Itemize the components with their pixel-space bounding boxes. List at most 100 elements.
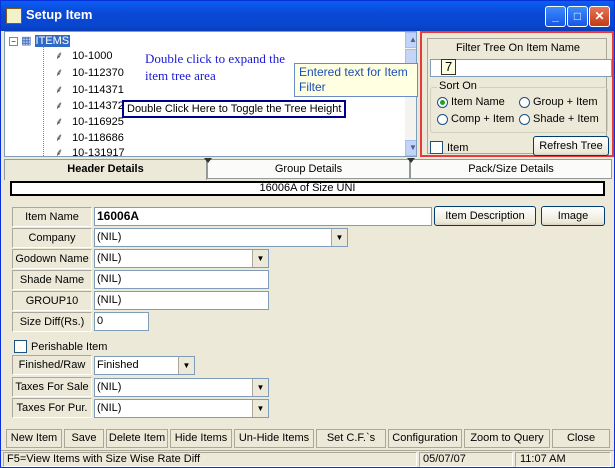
radio-icon [519,96,530,108]
toggle-tree-height-label[interactable]: Double Click Here to Toggle the Tree Hei… [122,100,347,118]
taxes-for-pur-label: Taxes For Pur. [12,398,92,418]
image-button[interactable]: Image [541,206,605,226]
close-button[interactable]: Close [552,429,610,448]
header-details-panel: 16006A of Size UNI Item Name 16006A Item… [1,179,614,427]
action-bar: New Item Save Delete Item Hide Items Un-… [4,429,611,449]
tree-item-label: 10-118686 [72,132,124,144]
maximize-button[interactable]: □ [567,6,588,27]
filter-group: Filter Tree On Item Name 7 Sort On Item … [427,38,612,156]
filter-input-value: 7 [441,59,457,75]
company-name-select[interactable]: (NIL) ▼ [94,228,348,247]
radio-label: Item Name [451,96,505,108]
close-window-button[interactable]: ✕ [589,6,610,27]
unhide-items-button[interactable]: Un-Hide Items [234,429,314,448]
tree-item[interactable]: ⸙ 10-118686 [55,130,124,145]
tree-item-label: 10-116925 [72,116,124,128]
configuration-button[interactable]: Configuration [388,429,462,448]
save-button[interactable]: Save [64,429,104,448]
size-diff-input[interactable]: 0 [94,312,149,331]
tree-root-label[interactable]: ITEMS [34,35,71,47]
tab-strip: Header Details Group Details Pack/Size D… [1,158,614,180]
checkbox-icon [430,141,443,154]
dropdown-arrow-icon[interactable]: ▼ [178,357,194,374]
radio-icon [519,113,530,125]
zoom-to-query-button[interactable]: Zoom to Query [464,429,550,448]
item-icon: ⸙ [55,116,64,128]
group10-input[interactable]: (NIL) [94,291,269,310]
shade-name-label: Shade Name [12,270,92,290]
filter-panel: Filter Tree On Item Name 7 Sort On Item … [420,31,614,157]
company-name-label: Company Name [12,228,92,262]
tree-item-label: 10-114372 [72,100,124,112]
tab-marker-icon [407,158,415,164]
dropdown-arrow-icon[interactable]: ▼ [331,229,347,246]
taxes-for-sale-label: Taxes For Sale [12,377,92,397]
perishable-checkbox[interactable]: Perishable Item [14,340,107,353]
scroll-up-icon[interactable]: ▲ [405,32,416,48]
radio-label: Comp + Item [451,113,515,125]
set-cf-button[interactable]: Set C.F.`s [316,429,386,448]
filter-title: Filter Tree On Item Name [455,42,581,54]
radio-label: Shade + Item [533,113,599,125]
tree-item[interactable]: ⸙ 10-116925 [55,114,124,129]
filter-input[interactable]: 7 [430,59,612,77]
tree-connector [43,46,44,156]
status-hint: F5=View Items with Size Wise Rate Diff [3,452,417,467]
tree-item[interactable]: ⸙ 10-1000 [55,48,112,63]
status-time: 11:07 AM [515,452,611,467]
item-icon: ⸙ [55,84,64,96]
refresh-tree-button[interactable]: Refresh Tree [533,136,609,156]
sort-item-name-radio[interactable]: Item Name [437,96,505,108]
taxes-for-sale-select[interactable]: (NIL) ▼ [94,378,269,397]
sort-group-item-radio[interactable]: Group + Item [519,96,598,108]
new-item-button[interactable]: New Item [6,429,62,448]
item-name-input[interactable]: 16006A [94,207,432,226]
sort-shade-item-radio[interactable]: Shade + Item [519,113,599,125]
dropdown-arrow-icon[interactable]: ▼ [252,400,268,417]
item-icon: ⸙ [55,147,64,157]
radio-icon [437,113,448,125]
item-banner: 16006A of Size UNI [10,181,605,196]
finished-raw-value: Finished [97,359,139,371]
checkbox-icon [14,340,27,353]
godown-name-value: (NIL) [97,252,122,264]
item-icon: ⸙ [55,50,64,62]
tree-item[interactable]: ⸙ 10-112370 [55,65,124,80]
company-name-value: (NIL) [97,231,122,243]
dropdown-arrow-icon[interactable]: ▼ [252,250,268,267]
tree-root[interactable]: − ▦ ITEMS [9,34,71,47]
window-title: Setup Item [26,7,93,22]
shade-name-input[interactable]: (NIL) [94,270,269,289]
status-date: 05/07/07 [419,452,513,467]
tree-item[interactable]: ⸙ 10-114371 [55,82,124,97]
sort-comp-item-radio[interactable]: Comp + Item [437,113,514,125]
sort-on-group: Sort On Item Name Group + Item Comp + It… [430,80,608,133]
delete-item-button[interactable]: Delete Item [106,429,168,448]
scroll-down-icon[interactable]: ▼ [405,140,416,156]
folder-icon: ▦ [21,35,32,47]
hide-items-button[interactable]: Hide Items [170,429,232,448]
godown-name-label: Godown Name [12,249,92,269]
godown-name-select[interactable]: (NIL) ▼ [94,249,269,268]
taxes-for-pur-select[interactable]: (NIL) ▼ [94,399,269,418]
item-description-button[interactable]: Item Description [434,206,536,226]
minimize-button[interactable]: _ [545,6,566,27]
tree-item-label: 10-112370 [72,67,124,79]
tree-item-label: 10-1000 [72,50,113,62]
tab-header-details[interactable]: Header Details [4,159,207,180]
tab-pack-size-details[interactable]: Pack/Size Details [407,158,612,179]
tab-group-details[interactable]: Group Details [204,158,410,179]
filter-callout: Entered text for Item Filter [294,63,418,97]
item-icon: ⸙ [55,132,64,144]
group10-label: GROUP10 [12,291,92,311]
finished-raw-select[interactable]: Finished ▼ [94,356,195,375]
radio-label: Group + Item [533,96,598,108]
sort-on-legend: Sort On [437,80,479,92]
tree-item-label: 10-131917 [72,147,125,157]
collapse-icon[interactable]: − [9,37,18,46]
tree-item[interactable]: ⸙ 10-114372 [55,98,124,113]
radio-selected-icon [437,96,448,108]
dropdown-arrow-icon[interactable]: ▼ [252,379,268,396]
tree-item[interactable]: ⸙ 10-131917 [55,145,125,157]
item-checkbox[interactable]: Item [430,141,468,154]
